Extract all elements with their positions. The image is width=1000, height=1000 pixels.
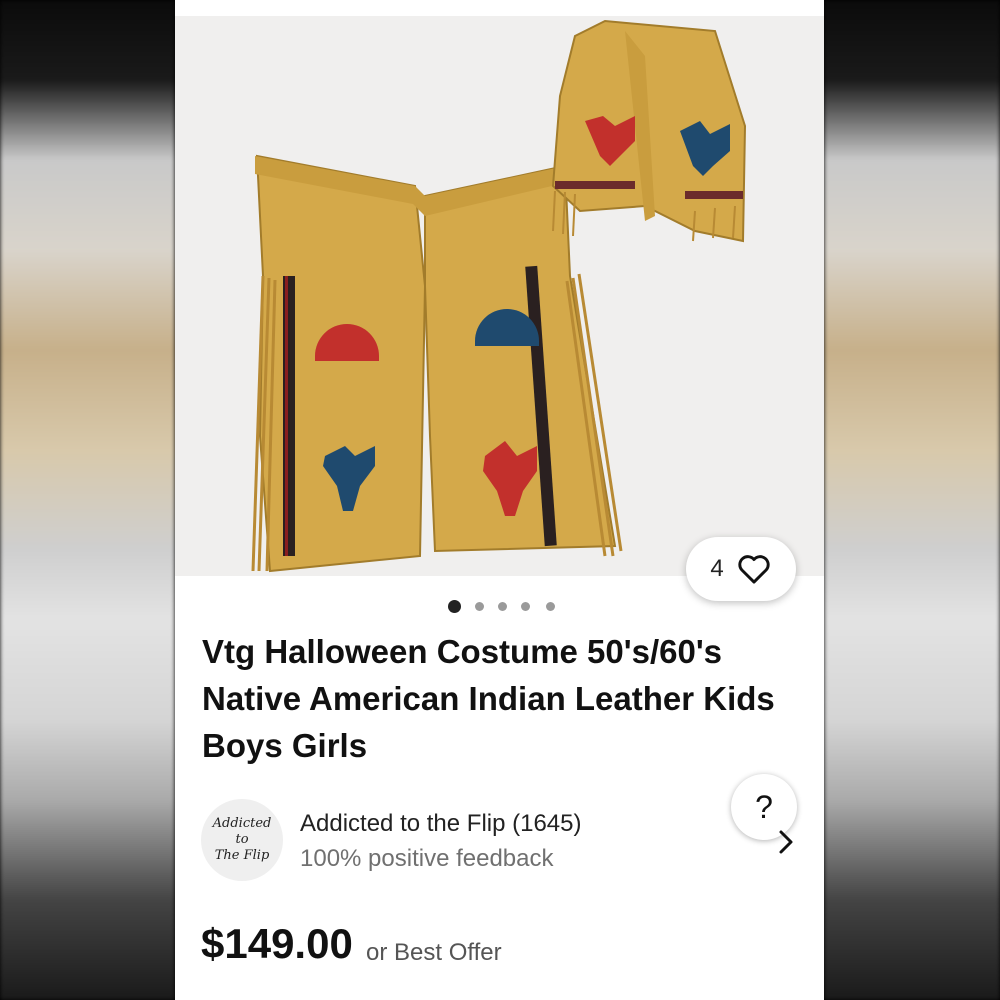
carousel-dot[interactable] bbox=[498, 602, 507, 611]
seller-logo-line: Addicted bbox=[212, 816, 272, 831]
seller-feedback: 100% positive feedback bbox=[300, 845, 554, 872]
watchers-count: 4 bbox=[710, 555, 724, 582]
blurred-background-right bbox=[824, 0, 1000, 1000]
seller-avatar[interactable]: Addicted to The Flip bbox=[201, 799, 283, 881]
seller-name[interactable]: Addicted to the Flip (1645) bbox=[300, 810, 582, 838]
heart-icon bbox=[738, 555, 770, 584]
carousel-dot[interactable] bbox=[546, 602, 555, 611]
carousel-indicator bbox=[175, 598, 824, 614]
carousel-dot[interactable] bbox=[475, 602, 484, 611]
question-icon: ? bbox=[755, 788, 773, 825]
product-photo[interactable] bbox=[175, 16, 824, 576]
product-image bbox=[251, 19, 747, 573]
chevron-right-icon[interactable] bbox=[776, 828, 796, 856]
best-offer-label: or Best Offer bbox=[366, 939, 502, 966]
watch-button[interactable]: 4 bbox=[686, 537, 796, 601]
seller-logo-line: The Flip bbox=[214, 848, 270, 863]
blurred-background-left bbox=[0, 0, 175, 1000]
carousel-dot[interactable] bbox=[521, 602, 530, 611]
listing-title: Vtg Halloween Costume 50's/60's Native A… bbox=[202, 633, 775, 764]
price: $149.00 bbox=[201, 920, 353, 967]
carousel-dot[interactable] bbox=[448, 600, 461, 613]
seller-logo-line: to bbox=[235, 832, 249, 847]
